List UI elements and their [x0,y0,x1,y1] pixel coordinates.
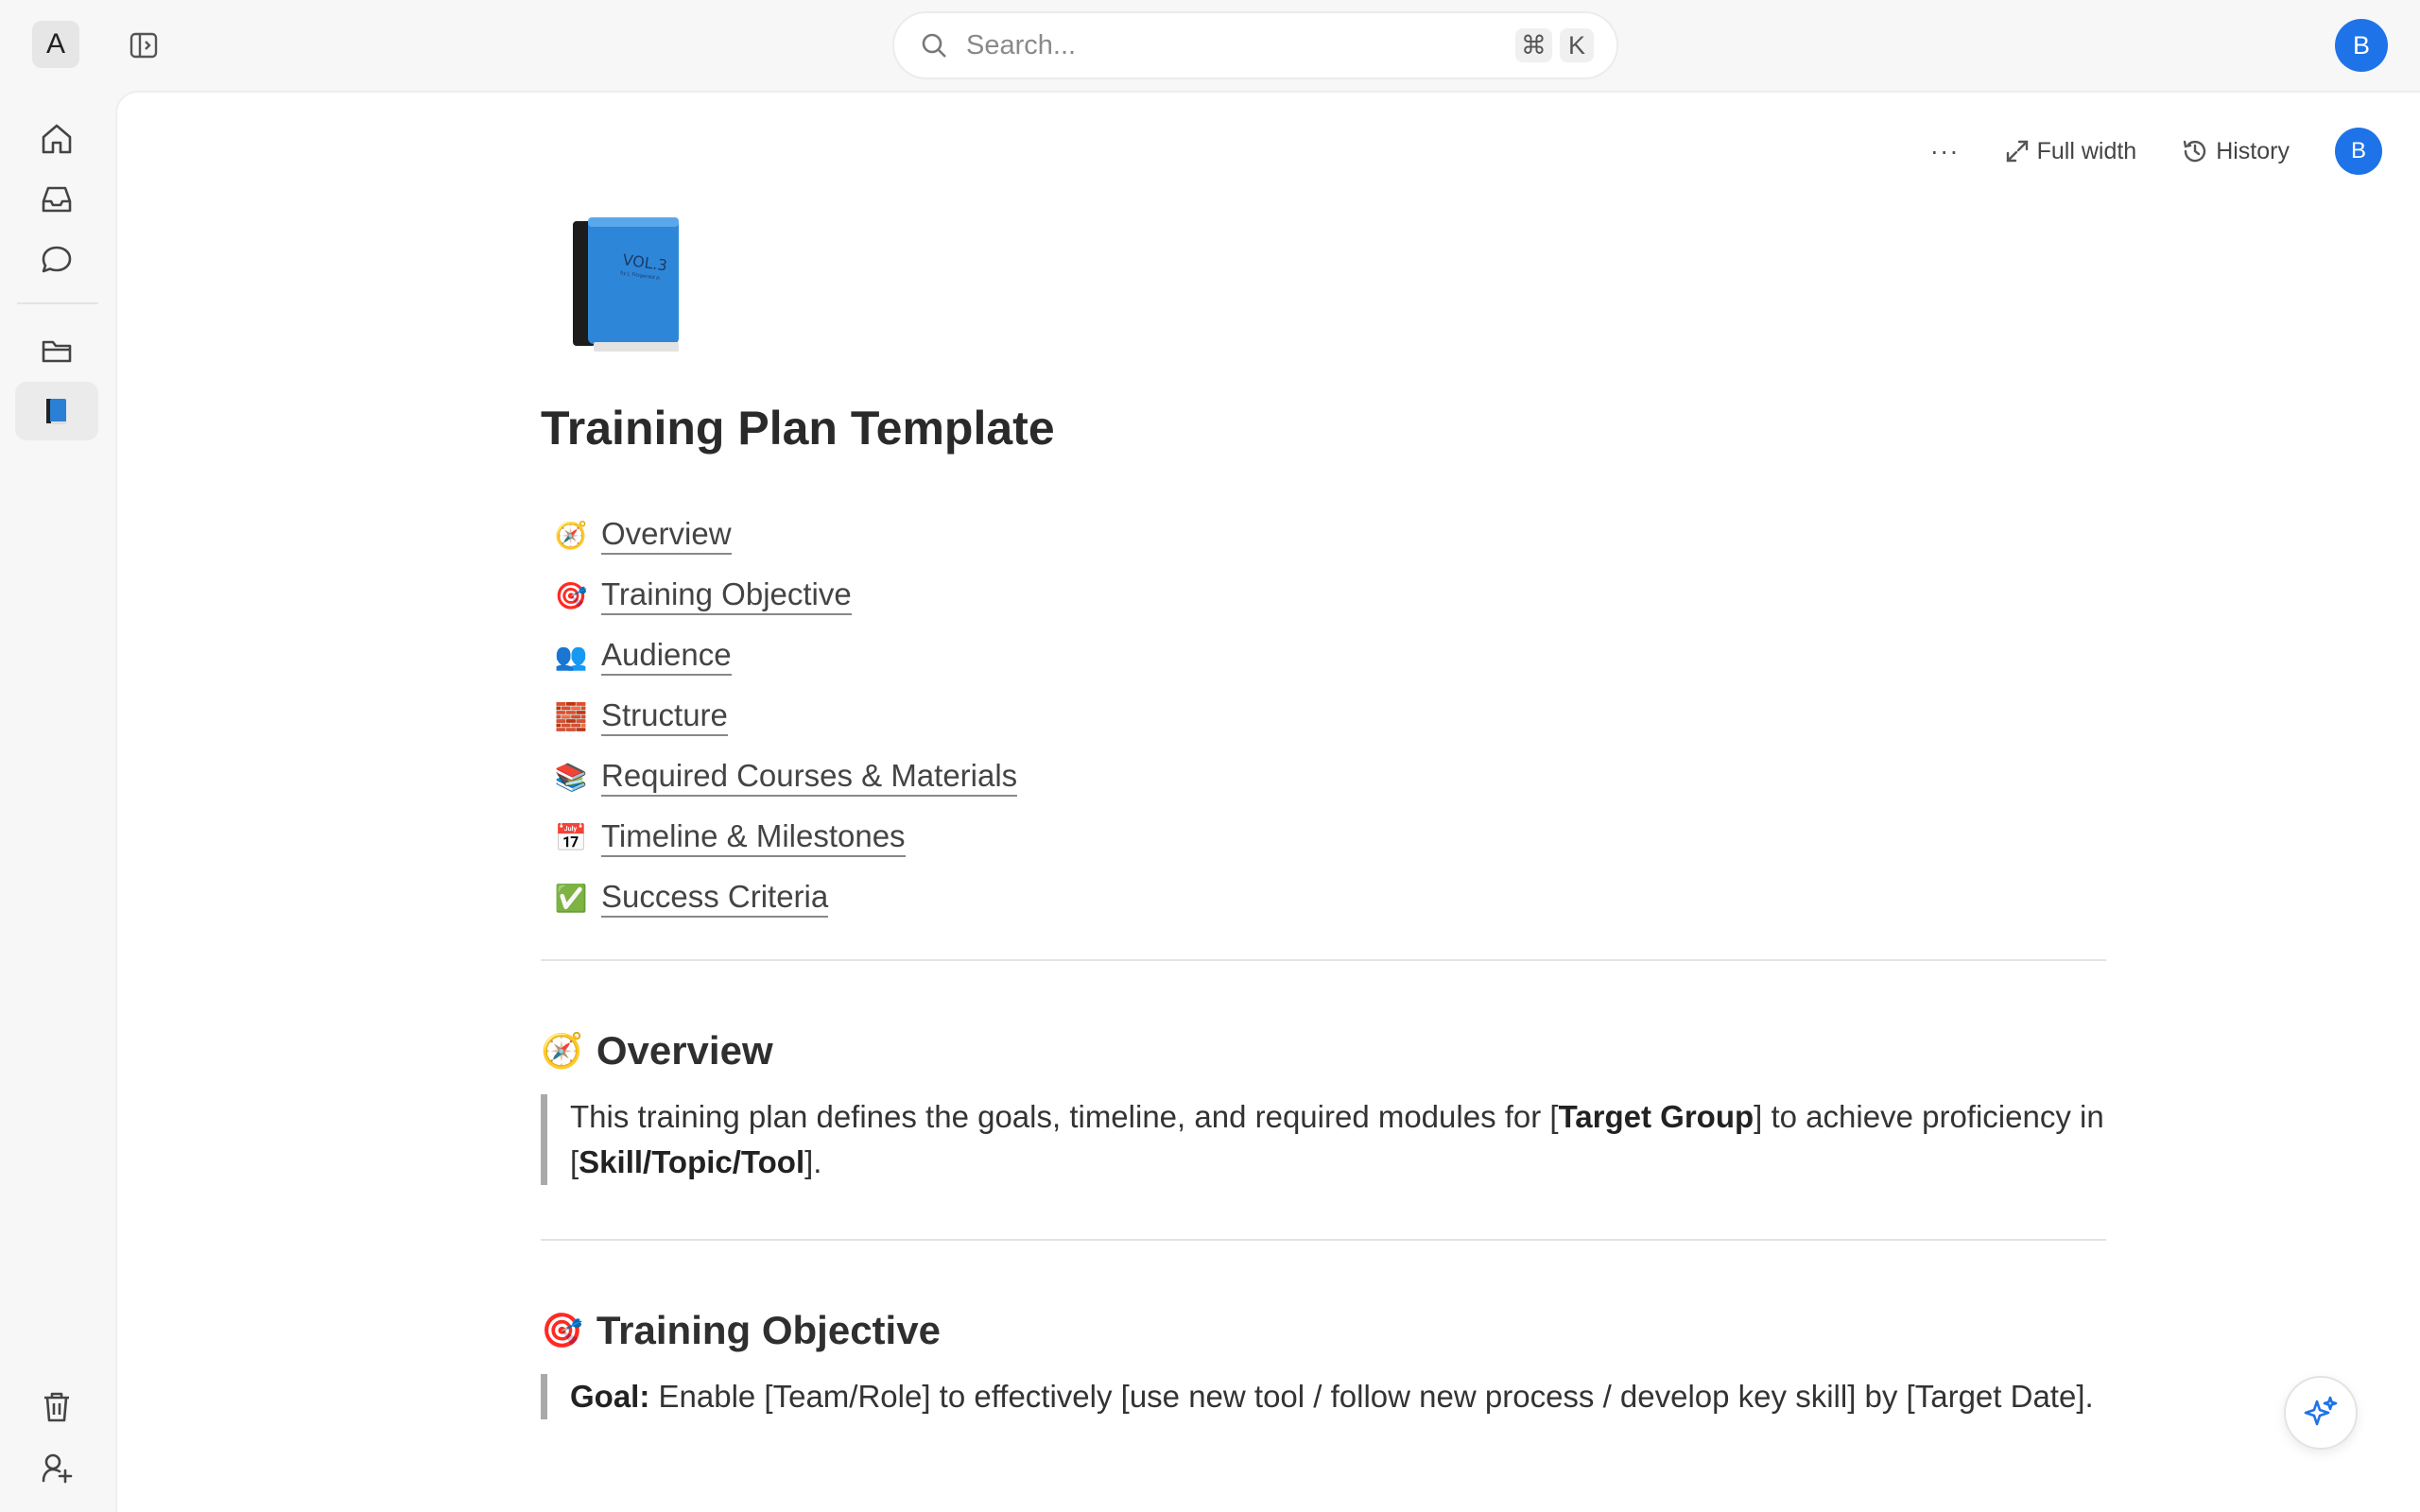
toc-item-overview[interactable]: 🧭 Overview [554,505,1017,565]
toc-item-success-criteria[interactable]: ✅ Success Criteria [554,868,1017,928]
overview-bold-placeholder: Target Group [1558,1099,1754,1134]
search-bar[interactable]: Search... ⌘ K [892,11,1618,79]
books-icon: 📚 [554,762,588,792]
history-label: History [2216,137,2290,164]
overview-text: This training plan defines the goals, ti… [570,1099,1559,1134]
toc-item-timeline[interactable]: 📅 Timeline & Milestones [554,807,1017,868]
goal-text: Enable [Team/Role] to effectively [use n… [649,1379,2094,1414]
toc-link[interactable]: Success Criteria [601,878,829,918]
rail-folder[interactable] [15,321,98,380]
document-title[interactable]: Training Plan Template [541,401,1055,455]
sidebar-toggle-button[interactable] [125,26,163,64]
sparkles-icon [2304,1396,2338,1426]
overview-bold-placeholder: Skill/Topic/Tool [579,1144,805,1179]
toc-link[interactable]: Required Courses & Materials [601,757,1018,797]
rail-home[interactable] [15,110,98,168]
toc-link[interactable]: Training Objective [601,576,852,615]
rail-divider [17,302,98,304]
folder-icon [42,340,72,363]
user-avatar[interactable]: B [2335,19,2388,72]
target-icon: 🎯 [554,580,588,610]
trash-icon [44,1392,69,1422]
left-rail [0,91,113,1512]
rail-chat[interactable] [15,231,98,289]
bricks-icon: 🧱 [554,701,588,731]
document-cover-book-icon[interactable]: VOL.3 by J. Fitzgerald Jr. [569,215,683,355]
main-panel: ··· Full width History B VOL.3 by J. Fit… [115,91,2420,1512]
heading-text: Overview [596,1028,773,1073]
toc-link[interactable]: Overview [601,515,732,555]
full-width-button[interactable]: Full width [2005,137,2137,165]
toc-item-training-objective[interactable]: 🎯 Training Objective [554,565,1017,626]
full-width-label: Full width [2036,137,2137,164]
home-icon [42,124,72,154]
compass-icon: 🧭 [554,520,588,550]
goal-label: Goal: [570,1379,650,1414]
people-icon: 👥 [554,641,588,671]
doc-toolbar: ··· Full width History B [1930,125,2420,178]
table-of-contents: 🧭 Overview 🎯 Training Objective 👥 Audien… [554,505,1018,928]
collaborator-avatar[interactable]: B [2335,128,2382,175]
shortcut-k-key: K [1560,28,1594,62]
collaborator-initial: B [2350,138,2366,163]
target-icon: 🎯 [541,1311,583,1349]
toc-link[interactable]: Structure [601,696,728,736]
heading-overview[interactable]: 🧭 Overview [541,1028,773,1074]
add-member-icon [42,1453,73,1484]
expand-icon [2006,140,2028,163]
toc-item-required-courses[interactable]: 📚 Required Courses & Materials [554,747,1018,807]
rail-current-doc[interactable] [15,382,98,440]
history-icon [2184,140,2206,163]
search-icon [917,28,951,62]
toc-item-structure[interactable]: 🧱 Structure [554,686,1017,747]
workspace-switcher-button[interactable]: A [32,21,79,68]
calendar-icon: 📅 [554,822,588,852]
divider [541,1239,2106,1241]
more-options-button[interactable]: ··· [1930,136,1960,166]
shortcut-cmd-key: ⌘ [1515,28,1552,62]
user-initial: B [2352,30,2370,60]
divider [541,959,2106,961]
checkmark-icon: ✅ [554,883,588,913]
heading-text: Training Objective [596,1308,941,1352]
rail-add-member[interactable] [15,1438,98,1497]
toc-link[interactable]: Timeline & Milestones [601,817,906,857]
toc-item-audience[interactable]: 👥 Audience [554,626,1017,686]
toc-link[interactable]: Audience [601,636,732,676]
overview-quote[interactable]: This training plan defines the goals, ti… [541,1094,2106,1185]
sidebar-toggle-icon [130,32,158,59]
search-placeholder: Search... [966,29,1077,60]
history-button[interactable]: History [2182,138,2290,165]
top-bar: A Search... ⌘ K B [0,0,2420,91]
rail-trash[interactable] [15,1378,98,1436]
chat-icon [42,246,72,273]
ai-assistant-button[interactable] [2284,1376,2358,1450]
book-icon [46,399,66,424]
objective-quote[interactable]: Goal: Enable [Team/Role] to effectively … [541,1374,2106,1419]
inbox-icon [42,186,72,213]
rail-inbox[interactable] [15,170,98,229]
heading-training-objective[interactable]: 🎯 Training Objective [541,1308,941,1353]
compass-icon: 🧭 [541,1031,583,1070]
workspace-initial: A [45,28,65,60]
overview-text: ]. [804,1144,822,1179]
